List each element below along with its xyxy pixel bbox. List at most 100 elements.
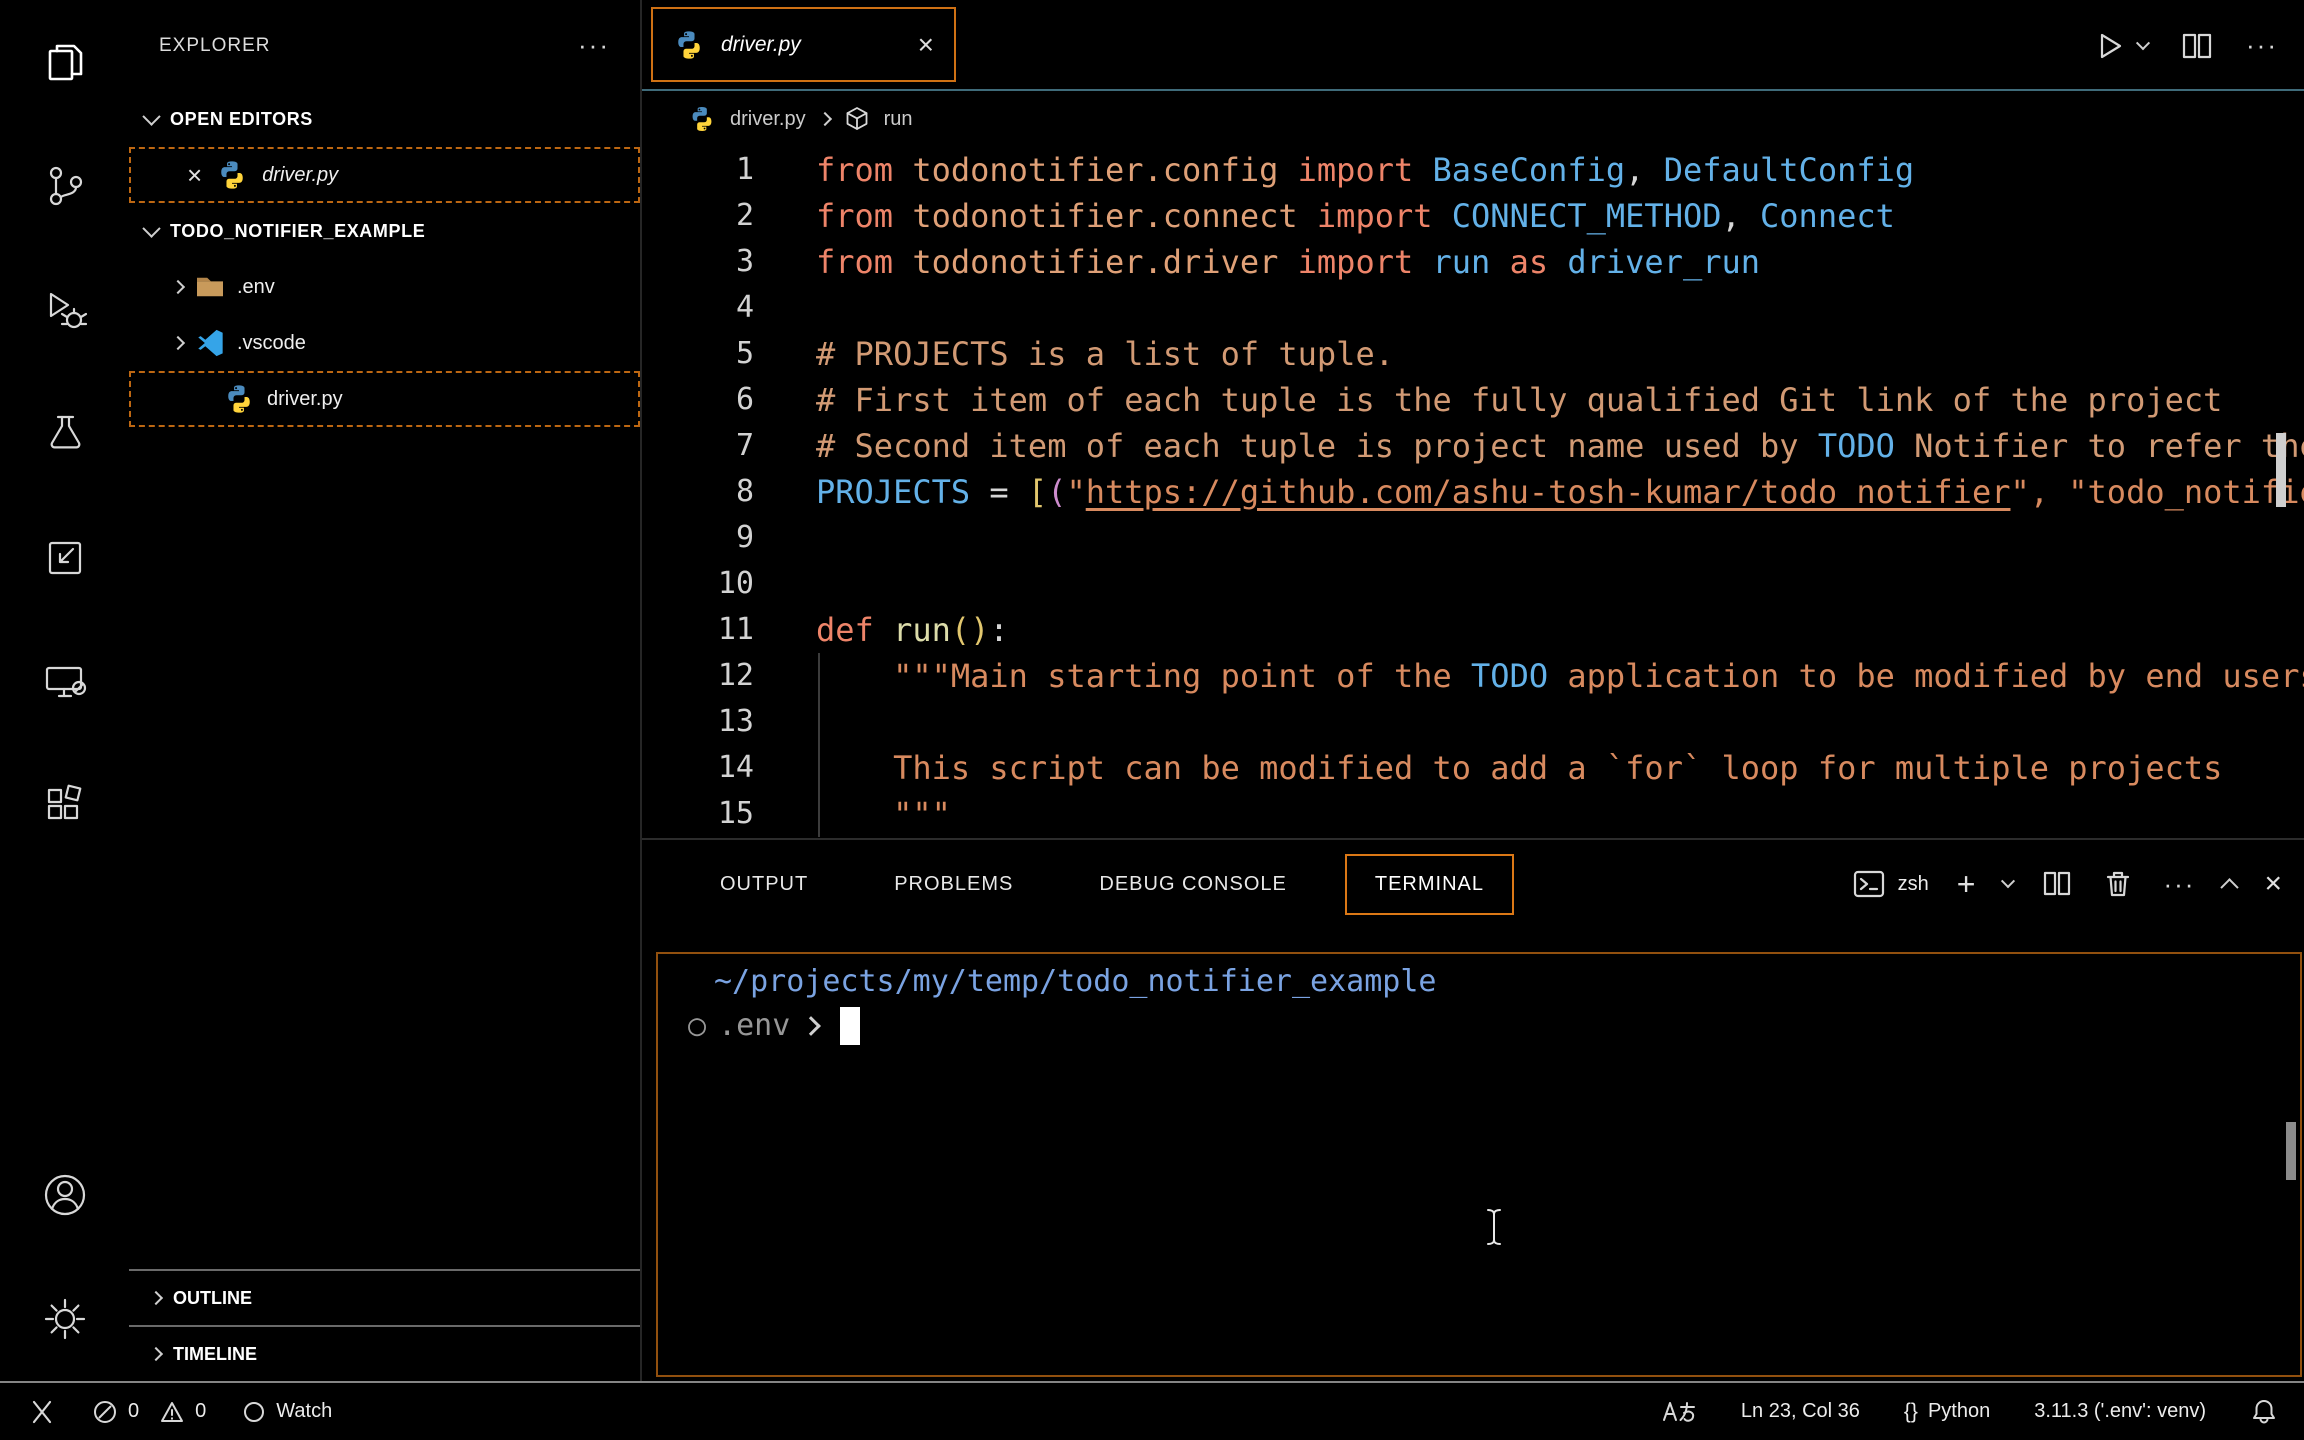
breadcrumb-file[interactable]: driver.py xyxy=(730,108,806,131)
error-count: 0 xyxy=(128,1400,139,1423)
code-line[interactable]: 9 xyxy=(642,515,2304,561)
code-text: PROJECTS = [("https://github.com/ashu-to… xyxy=(816,473,2304,511)
notifications-bell-icon[interactable] xyxy=(2250,1398,2278,1426)
remote-indicator[interactable] xyxy=(26,1399,56,1425)
tab-problems[interactable]: PROBLEMS xyxy=(866,856,1041,913)
close-panel-icon[interactable]: × xyxy=(2264,867,2282,901)
tab-terminal[interactable]: TERMINAL xyxy=(1345,854,1514,915)
code-text: This script can be modified to add a `fo… xyxy=(816,749,2222,787)
python-interpreter-status[interactable]: 3.11.3 ('.env': venv) xyxy=(2034,1400,2206,1423)
cursor-position-status[interactable]: Ln 23, Col 36 xyxy=(1741,1400,1860,1423)
run-debug-activity-button[interactable] xyxy=(0,248,129,372)
chevron-up-icon[interactable] xyxy=(2221,878,2239,896)
timeline-section-header[interactable]: TIMELINE xyxy=(129,1325,640,1381)
tree-item-env-folder[interactable]: .env xyxy=(129,259,640,315)
code-text: from todonotifier.connect import CONNECT… xyxy=(816,197,1895,235)
terminal-cursor xyxy=(840,1007,860,1045)
shell-selector[interactable]: zsh xyxy=(1852,867,1929,901)
panel-actions: zsh + ··· × xyxy=(1852,840,2282,928)
line-number: 15 xyxy=(642,791,754,837)
terminal-cwd: ~/projects/my/temp/todo_notifier_example xyxy=(688,960,2300,1004)
chevron-right-icon xyxy=(818,112,832,126)
code-editor[interactable]: 1from todonotifier.config import BaseCon… xyxy=(642,147,2304,838)
close-icon[interactable]: × xyxy=(187,162,202,188)
run-debug-icon xyxy=(42,287,88,333)
terminal-prompt-line: ○ .env xyxy=(688,1004,2300,1048)
problems-status[interactable]: 0 0 xyxy=(92,1399,206,1425)
code-line[interactable]: 2from todonotifier.connect import CONNEC… xyxy=(642,193,2304,239)
more-actions-icon[interactable]: ··· xyxy=(2246,30,2278,61)
tab-output[interactable]: OUTPUT xyxy=(692,856,836,913)
sidebar-bottom-sections: OUTLINE TIMELINE xyxy=(129,1269,640,1381)
outline-section-header[interactable]: OUTLINE xyxy=(129,1269,640,1325)
tree-item-driver-file[interactable]: driver.py xyxy=(129,371,640,427)
run-python-file-button[interactable] xyxy=(2092,29,2148,63)
box-arrow-activity-button[interactable] xyxy=(0,496,129,620)
new-terminal-button[interactable]: + xyxy=(1957,866,1976,903)
code-line[interactable]: 8PROJECTS = [("https://github.com/ashu-t… xyxy=(642,469,2304,515)
code-line[interactable]: 5# PROJECTS is a list of tuple. xyxy=(642,331,2304,377)
terminal[interactable]: ~/projects/my/temp/todo_notifier_example… xyxy=(656,952,2302,1377)
panel-tab-bar: OUTPUT PROBLEMS DEBUG CONSOLE TERMINAL xyxy=(692,840,1514,928)
line-number: 7 xyxy=(642,423,754,469)
tab-debug-console[interactable]: DEBUG CONSOLE xyxy=(1071,856,1314,913)
sidebar-header: EXPLORER ··· xyxy=(129,0,640,91)
kill-terminal-button[interactable] xyxy=(2101,867,2135,901)
line-number: 4 xyxy=(642,285,754,331)
chevron-down-icon[interactable] xyxy=(2001,874,2015,888)
more-actions-icon[interactable]: ··· xyxy=(2163,869,2195,900)
source-control-activity-button[interactable] xyxy=(0,124,129,248)
line-number: 6 xyxy=(642,377,754,423)
code-text: """ xyxy=(816,795,951,833)
watch-label: Watch xyxy=(276,1400,332,1423)
code-line[interactable]: 13 xyxy=(642,699,2304,745)
line-number: 11 xyxy=(642,607,754,653)
status-bar: 0 0 Watch Ln 23, Col 36 {} Python xyxy=(0,1381,2304,1440)
status-right: Ln 23, Col 36 {} Python 3.11.3 ('.env': … xyxy=(1661,1398,2278,1426)
tree-item-label: .env xyxy=(237,276,275,299)
code-line[interactable]: 10 xyxy=(642,561,2304,607)
open-editors-section-header[interactable]: OPEN EDITORS xyxy=(129,91,640,147)
watch-status[interactable]: Watch xyxy=(242,1400,332,1424)
close-icon[interactable]: × xyxy=(918,29,934,61)
language-switch-icon[interactable] xyxy=(1661,1398,1697,1426)
terminal-scrollbar[interactable] xyxy=(2286,1122,2296,1180)
code-line[interactable]: 12 """Main starting point of the TODO ap… xyxy=(642,653,2304,699)
more-actions-icon[interactable]: ··· xyxy=(578,30,610,61)
code-line[interactable]: 1from todonotifier.config import BaseCon… xyxy=(642,147,2304,193)
workspace-section-header[interactable]: TODO_NOTIFIER_EXAMPLE xyxy=(129,203,640,259)
open-editor-item[interactable]: × driver.py xyxy=(129,147,640,203)
line-number: 13 xyxy=(642,699,754,745)
mouse-cursor xyxy=(1483,1206,1507,1248)
activity-bar xyxy=(0,0,129,1381)
open-editor-file-label: driver.py xyxy=(262,164,338,187)
language-mode-status[interactable]: {} Python xyxy=(1904,1400,1990,1424)
testing-activity-button[interactable] xyxy=(0,372,129,496)
remote-explorer-activity-button[interactable] xyxy=(0,620,129,744)
code-line[interactable]: 4 xyxy=(642,285,2304,331)
venv-indicator: ○ xyxy=(688,1004,706,1048)
tab-label: driver.py xyxy=(721,33,801,57)
code-line[interactable]: 11def run(): xyxy=(642,607,2304,653)
code-text: """Main starting point of the TODO appli… xyxy=(816,657,2304,695)
breadcrumb-symbol[interactable]: run xyxy=(884,108,913,131)
code-line[interactable]: 14 This script can be modified to add a … xyxy=(642,745,2304,791)
code-line[interactable]: 15 """ xyxy=(642,791,2304,837)
explorer-activity-button[interactable] xyxy=(0,0,129,124)
code-line[interactable]: 6# First item of each tuple is the fully… xyxy=(642,377,2304,423)
account-button[interactable] xyxy=(0,1133,129,1257)
editor-tab-bar: driver.py × ··· xyxy=(642,0,2304,91)
split-editor-button[interactable] xyxy=(2180,29,2214,63)
tab-driver-py[interactable]: driver.py × xyxy=(651,7,956,82)
split-terminal-button[interactable] xyxy=(2041,868,2073,900)
settings-button[interactable] xyxy=(0,1257,129,1381)
error-icon xyxy=(92,1399,118,1425)
timeline-label: TIMELINE xyxy=(173,1344,257,1365)
extensions-activity-button[interactable] xyxy=(0,744,129,868)
code-line[interactable]: 7# Second item of each tuple is project … xyxy=(642,423,2304,469)
code-line[interactable]: 3from todonotifier.driver import run as … xyxy=(642,239,2304,285)
tree-item-vscode-folder[interactable]: .vscode xyxy=(129,315,640,371)
editor-scrollbar[interactable] xyxy=(2276,433,2286,507)
line-number: 10 xyxy=(642,561,754,607)
terminal-icon xyxy=(1852,867,1886,901)
